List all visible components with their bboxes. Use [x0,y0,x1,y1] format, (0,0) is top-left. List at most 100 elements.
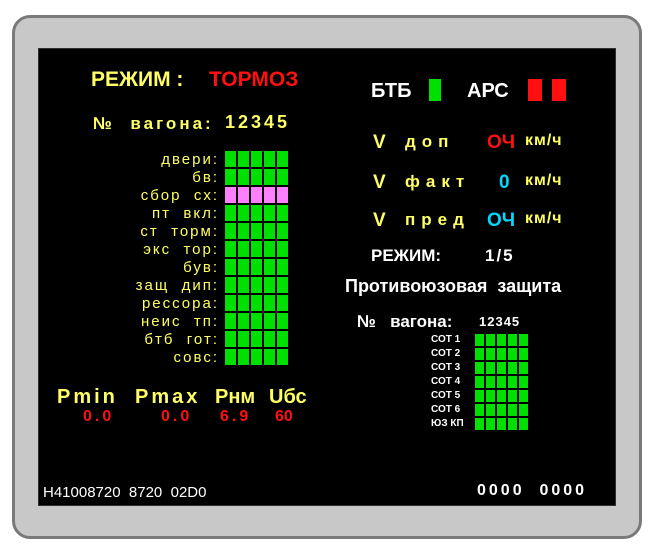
antislip-row-label: СОТ 5 [431,390,461,401]
car-status-cell [277,241,288,257]
speed-unit: км/ч [525,172,563,189]
status-row-label: сбор сх: [140,187,219,204]
antislip-status-cell [508,348,517,360]
car-status-cell [264,259,275,275]
speed-symbol: V [373,132,386,153]
car-status-cell [277,277,288,293]
car-status-cell [238,241,249,257]
antislip-status-cell [497,376,506,388]
antislip-status-cell [519,334,528,346]
ars-indicator [528,79,542,101]
car-status-cell [225,259,236,275]
car-number-label: № вагона: [93,114,214,133]
car-status-cell [251,313,262,329]
car-status-cell [238,331,249,347]
car-status-cell [238,205,249,221]
car-status-cell [225,241,236,257]
antislip-status-cell [475,404,484,416]
antislip-status-cell [508,376,517,388]
antislip-status-cell [508,334,517,346]
car-status-cell [264,187,275,203]
antislip-status-cell [486,348,495,360]
car-status-cell [277,169,288,185]
antislip-status-cell [497,390,506,402]
car-status-cell [238,223,249,239]
car-status-cell [277,349,288,365]
car-status-cell [251,259,262,275]
car-status-cell [277,223,288,239]
right-car-numbers: 12345 [479,314,521,329]
speed-unit: км/ч [525,132,563,149]
antislip-row-label: СОТ 1 [431,334,461,345]
status-row-label: совс: [173,349,219,366]
antislip-status-cell [508,390,517,402]
antislip-row-label: СОТ 6 [431,404,461,415]
p-min-header: Pmin [57,386,118,408]
car-status-cell [251,187,262,203]
antislip-status-cell [486,404,495,416]
speed-label: доп [405,132,455,151]
car-status-cell [238,169,249,185]
car-status-cell [277,295,288,311]
antislip-status-cell [475,348,484,360]
antislip-status-cell [497,418,506,430]
car-status-cell [251,169,262,185]
car-status-cell [251,241,262,257]
car-status-cell [264,223,275,239]
car-status-cell [264,349,275,365]
antislip-status-cell [508,362,517,374]
speed-symbol: V [373,210,386,231]
antislip-row-label: СОТ 4 [431,376,461,387]
right-car-number-label: № вагона: [357,312,453,331]
car-status-cell [264,277,275,293]
car-status-cell [238,295,249,311]
car-status-cell [238,187,249,203]
p-max-value: 0.0 [161,408,193,425]
car-status-cell [277,259,288,275]
p-nm-value: 6.9 [220,408,252,425]
car-status-cell [225,295,236,311]
display-screen: РЕЖИМ : ТОРМОЗ № вагона: 12345 двери: бв:… [38,48,616,506]
antislip-status-cell [497,334,506,346]
status-row-label: рессора: [141,295,219,312]
antislip-status-cell [508,404,517,416]
car-status-cell [277,313,288,329]
antislip-status-cell [475,334,484,346]
antislip-status-cell [519,404,528,416]
antislip-status-cell [486,376,495,388]
car-status-cell [238,349,249,365]
status-row-label: бтб гот: [144,331,219,348]
car-status-cell [277,187,288,203]
car-status-cell [264,313,275,329]
car-status-cell [238,277,249,293]
status-row-label: був: [183,259,219,276]
status-row-label: двери: [161,151,219,168]
speed-value: ОЧ [487,210,516,231]
mode-label: РЕЖИМ : [91,68,184,91]
car-status-cell [225,313,236,329]
speed-symbol: V [373,172,386,193]
antislip-status-cell [497,404,506,416]
car-status-cell [251,277,262,293]
speed-label: пред [405,210,470,229]
car-status-cell [264,169,275,185]
antislip-status-cell [519,418,528,430]
car-status-cell [277,205,288,221]
car-status-cell [225,187,236,203]
car-status-cell [277,151,288,167]
antislip-status-cell [508,418,517,430]
antislip-status-cell [519,348,528,360]
btb-indicator [429,79,441,101]
antislip-row-label: СОТ 2 [431,348,461,359]
car-status-cell [264,205,275,221]
antislip-status-cell [475,390,484,402]
right-mode-value: 1/5 [485,246,515,265]
antislip-status-cell [475,418,484,430]
antislip-status-cell [519,376,528,388]
antislip-status-grid [475,334,528,430]
car-status-cell [225,223,236,239]
car-status-cell [264,241,275,257]
mode-value: ТОРМОЗ [209,68,299,91]
status-row-label: неис тп: [141,313,219,330]
u-bs-value: 60 [275,408,293,425]
